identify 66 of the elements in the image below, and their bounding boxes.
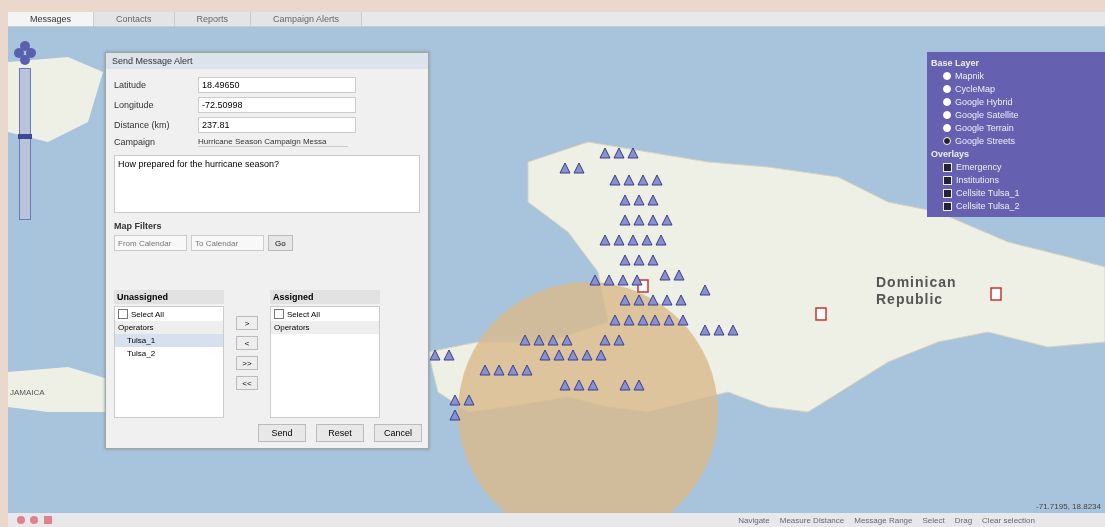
layer-group-title: Base Layer (931, 58, 981, 68)
column-header: Operators (271, 321, 379, 334)
tab[interactable]: Messages (8, 12, 95, 26)
field-label: Campaign (114, 137, 157, 147)
dialog-button[interactable]: Send (258, 424, 306, 442)
select-all-label: Select All (131, 309, 164, 319)
map-tool[interactable]: Clear selection (982, 515, 1035, 525)
section-title: Map Filters (114, 221, 163, 231)
coordinates-readout: -71.7195, 18.8234 (1036, 502, 1101, 511)
input-field[interactable]: -72.50998 (198, 97, 356, 113)
transfer-button[interactable]: >> (236, 356, 258, 370)
dialog-title: Send Message Alert (106, 53, 428, 69)
layer-label[interactable]: Google Streets (955, 136, 1016, 146)
checkbox[interactable] (274, 309, 284, 319)
map-tool[interactable]: Navigate (738, 515, 770, 525)
list-item[interactable]: Tulsa_1 (115, 334, 223, 347)
layer-label[interactable]: Google Satellite (955, 110, 1019, 120)
campaign-dropdown[interactable]: Hurricane Season Campaign Messa (198, 137, 348, 147)
radio-button[interactable] (943, 98, 951, 106)
zoom-slider[interactable] (18, 134, 32, 140)
radio-button[interactable] (943, 124, 951, 132)
transfer-button[interactable]: < (236, 336, 258, 350)
transfer-button[interactable]: << (236, 376, 258, 390)
checkbox[interactable] (118, 309, 128, 319)
tab[interactable]: Campaign Alerts (251, 12, 363, 26)
date-field[interactable]: From Calendar (114, 235, 187, 251)
select-all-label: Select All (287, 309, 320, 319)
message-field[interactable]: How prepared for the hurricane season? (114, 155, 420, 213)
map-label: Dominican Republic (876, 274, 958, 308)
dialog-button[interactable]: Cancel (374, 424, 422, 442)
map-tool[interactable]: Measure Distance (779, 515, 845, 525)
field-label: Latitude (114, 80, 148, 90)
layer-label[interactable]: Google Terrain (955, 123, 1014, 133)
layer-label[interactable]: CycleMap (955, 84, 995, 94)
radio-button[interactable] (943, 111, 951, 119)
radio-button[interactable] (943, 72, 951, 80)
list-box[interactable]: Select All Operators (270, 306, 380, 418)
input-field[interactable]: 18.49650 (198, 77, 356, 93)
layer-label[interactable]: Cellsite Tulsa_2 (956, 201, 1020, 211)
layer-group-title: Overlays (931, 149, 971, 159)
layer-label[interactable]: Google Hybrid (955, 97, 1013, 107)
input-field[interactable]: 237.81 (198, 117, 356, 133)
map-tool[interactable]: Select (922, 515, 945, 525)
layer-label[interactable]: Institutions (956, 175, 1000, 185)
field-label: Distance (km) (114, 120, 171, 130)
layer-label[interactable]: Mapnik (955, 71, 984, 81)
pan-control-icon[interactable] (14, 40, 36, 66)
dialog-button[interactable]: Reset (316, 424, 364, 442)
map-tool[interactable]: Drag (954, 515, 973, 525)
map-label: JAMAICA (10, 388, 45, 397)
list-item[interactable]: Tulsa_2 (115, 347, 223, 360)
go-button[interactable]: Go (268, 235, 293, 251)
layer-label[interactable]: Cellsite Tulsa_1 (956, 188, 1020, 198)
radio-button[interactable] (943, 137, 951, 145)
list-title: Unassigned (114, 290, 224, 304)
date-field[interactable]: To Calendar (191, 235, 264, 251)
radio-button[interactable] (943, 85, 951, 93)
tab[interactable]: Reports (174, 12, 252, 26)
list-box[interactable]: Select All Operators Tulsa_1 Tulsa_2 (114, 306, 224, 418)
list-title: Assigned (270, 290, 380, 304)
field-label: Longitude (114, 100, 155, 110)
layer-label[interactable]: Emergency (956, 162, 1002, 172)
transfer-button[interactable]: > (236, 316, 258, 330)
map-tool[interactable]: Message Range (854, 515, 913, 525)
tab[interactable]: Contacts (94, 12, 175, 26)
column-header: Operators (115, 321, 223, 334)
